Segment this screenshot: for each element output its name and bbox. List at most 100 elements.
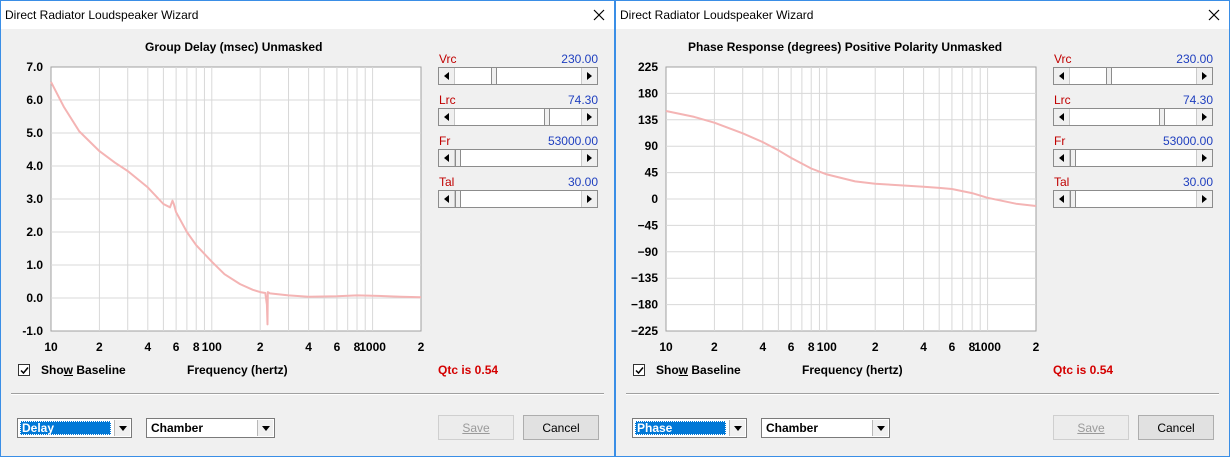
scroll-left-button[interactable]: [439, 68, 455, 84]
slider-scrollbar[interactable]: [438, 190, 598, 208]
x-tick-label: 6: [334, 340, 341, 354]
scroll-right-button[interactable]: [1196, 109, 1212, 125]
show-baseline-label[interactable]: Show Baseline: [41, 363, 126, 377]
checkmark-icon: [634, 366, 644, 374]
slider-thumb[interactable]: [455, 150, 461, 166]
scroll-left-button[interactable]: [439, 109, 455, 125]
arrow-left-icon: [1059, 195, 1064, 203]
wizard-window-phase: Direct Radiator Loudspeaker Wizard Phase…: [615, 0, 1230, 457]
slider-fr: Fr 53000.00: [438, 132, 600, 173]
dropdown-button[interactable]: [257, 420, 273, 436]
arrow-left-icon: [1059, 113, 1064, 121]
slider-scrollbar[interactable]: [438, 108, 598, 126]
y-tick-label: 225: [638, 60, 658, 74]
y-tick-label: 0: [651, 192, 658, 206]
x-tick-label: 1000: [974, 340, 1001, 354]
x-tick-label: 2: [711, 340, 718, 354]
y-tick-label: −180: [631, 298, 658, 312]
slider-thumb[interactable]: [1106, 68, 1112, 84]
scroll-right-button[interactable]: [1196, 191, 1212, 207]
frequency-axis-label: Frequency (hertz): [187, 363, 288, 377]
x-tick-label: 4: [759, 340, 766, 354]
show-baseline-label[interactable]: Show Baseline: [656, 363, 741, 377]
cancel-button[interactable]: Cancel: [523, 415, 599, 440]
cancel-button[interactable]: Cancel: [1138, 415, 1214, 440]
chart-title: Group Delay (msec) Unmasked: [145, 40, 323, 54]
title-bar: Direct Radiator Loudspeaker Wizard: [1, 1, 614, 29]
arrow-left-icon: [444, 72, 449, 80]
slider-tal: Tal 30.00: [438, 173, 600, 214]
group-delay-chart: 7.06.05.04.03.02.01.00.0-1.010 2 4 6 8 100 2 4 6…: [22, 60, 424, 354]
divider: [626, 393, 1219, 395]
slider-thumb[interactable]: [1070, 150, 1076, 166]
slider-scrollbar[interactable]: [1053, 108, 1213, 126]
x-tick-label: 100: [202, 340, 222, 354]
x-tick-label: 8: [808, 340, 815, 354]
scroll-left-button[interactable]: [1054, 109, 1070, 125]
slider-scrollbar[interactable]: [1053, 190, 1213, 208]
slider-thumb[interactable]: [491, 68, 497, 84]
enclosure-type-select[interactable]: Chamber: [146, 418, 275, 438]
y-tick-label: 0.0: [26, 291, 43, 305]
slider-scrollbar[interactable]: [1053, 149, 1213, 167]
save-button[interactable]: Save: [438, 415, 514, 440]
slider-scrollbar[interactable]: [438, 67, 598, 85]
slider-thumb[interactable]: [1070, 191, 1076, 207]
y-tick-label: 4.0: [26, 159, 43, 173]
window-title: Direct Radiator Loudspeaker Wizard: [5, 8, 199, 22]
plot-type-select[interactable]: Delay: [17, 418, 132, 438]
close-button[interactable]: [1199, 1, 1229, 29]
scroll-right-button[interactable]: [581, 150, 597, 166]
show-baseline-checkbox[interactable]: [633, 364, 645, 376]
slider-scrollbar[interactable]: [1053, 67, 1213, 85]
y-tick-label: 180: [638, 86, 658, 100]
enclosure-type-value: Chamber: [766, 421, 819, 435]
x-tick-label: 6: [173, 340, 180, 354]
slider-label: Vrc: [1054, 52, 1072, 66]
slider-thumb[interactable]: [544, 109, 550, 125]
x-tick-label: 100: [817, 340, 837, 354]
dropdown-button[interactable]: [872, 420, 888, 436]
scroll-right-button[interactable]: [1196, 150, 1212, 166]
close-button[interactable]: [584, 1, 614, 29]
slider-value: 30.00: [567, 175, 598, 189]
slider-vrc: Vrc 230.00: [1053, 50, 1215, 91]
phase-response-chart: 22518013590450−45−90−135−180−22510 2 4 6 8 10…: [631, 60, 1040, 354]
x-tick-label: 10: [44, 340, 58, 354]
y-tick-label: 3.0: [26, 192, 43, 206]
x-tick-label: 4: [144, 340, 151, 354]
x-tick-label: 4: [305, 340, 312, 354]
y-tick-label: 90: [645, 139, 659, 153]
scroll-right-button[interactable]: [1196, 68, 1212, 84]
scroll-left-button[interactable]: [1054, 68, 1070, 84]
dropdown-button[interactable]: [729, 420, 745, 436]
x-tick-label: 2: [96, 340, 103, 354]
scroll-left-button[interactable]: [1054, 191, 1070, 207]
parameter-sliders: Vrc 230.00 Lrc 74.30 Fr 53000.00 Tal 30.00: [438, 50, 600, 214]
scroll-right-button[interactable]: [581, 109, 597, 125]
slider-thumb[interactable]: [1159, 109, 1165, 125]
slider-label: Tal: [439, 175, 455, 189]
slider-scrollbar[interactable]: [438, 149, 598, 167]
chevron-down-icon: [733, 425, 742, 431]
scroll-right-button[interactable]: [581, 68, 597, 84]
slider-thumb[interactable]: [455, 191, 461, 207]
show-baseline-checkbox[interactable]: [18, 364, 30, 376]
plot-type-select[interactable]: Phase: [632, 418, 747, 438]
slider-lrc: Lrc 74.30: [438, 91, 600, 132]
enclosure-type-select[interactable]: Chamber: [761, 418, 890, 438]
scroll-left-button[interactable]: [439, 150, 455, 166]
parameter-sliders: Vrc 230.00 Lrc 74.30 Fr 53000.00 Tal 30.00: [1053, 50, 1215, 214]
save-button[interactable]: Save: [1053, 415, 1129, 440]
y-tick-label: 5.0: [26, 126, 43, 140]
scroll-right-button[interactable]: [581, 191, 597, 207]
checkmark-icon: [19, 366, 29, 374]
dropdown-button[interactable]: [114, 420, 130, 436]
scroll-left-button[interactable]: [1054, 150, 1070, 166]
title-bar: Direct Radiator Loudspeaker Wizard: [616, 1, 1229, 29]
scroll-left-button[interactable]: [439, 191, 455, 207]
x-tick-label: 10: [659, 340, 673, 354]
arrow-right-icon: [1202, 154, 1207, 162]
y-tick-label: 135: [638, 113, 658, 127]
slider-value: 74.30: [567, 93, 598, 107]
